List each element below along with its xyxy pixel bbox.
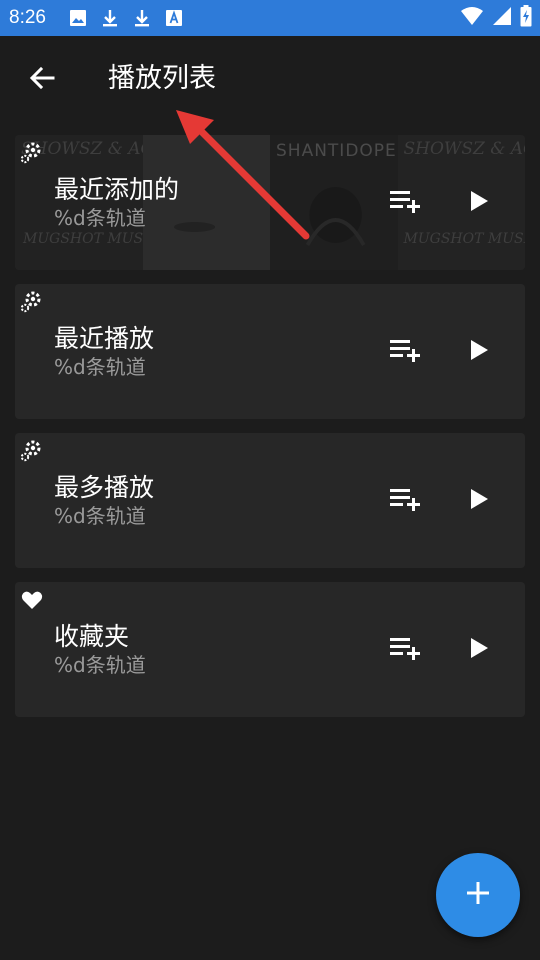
download-icon: [132, 8, 152, 28]
system-icons: [452, 5, 532, 31]
playlist-add-icon: [388, 337, 422, 367]
play-button[interactable]: [461, 632, 497, 668]
playlist-card-favorites[interactable]: 收藏夹 %d条轨道: [15, 582, 525, 717]
status-time: 8:26: [9, 7, 46, 28]
battery-icon: [520, 5, 532, 31]
playlist-add-icon: [388, 486, 422, 516]
playlist-title: 最多播放: [54, 473, 155, 502]
add-to-queue-button[interactable]: [385, 632, 425, 668]
play-icon: [469, 339, 489, 365]
status-bar: 8:26: [0, 0, 540, 36]
gear-icon: [20, 141, 44, 165]
image-icon: [68, 8, 88, 28]
text-icon: [164, 8, 184, 28]
add-playlist-button[interactable]: [436, 853, 520, 937]
gear-icon: [20, 439, 44, 463]
playlist-title: 最近播放: [54, 324, 155, 353]
playlist-card-recently-played[interactable]: 最近播放 %d条轨道: [15, 284, 525, 419]
back-button[interactable]: [22, 60, 62, 100]
playlist-title: 最近添加的: [54, 175, 180, 204]
download-icon: [100, 8, 120, 28]
app-bar: 播放列表: [0, 36, 540, 122]
play-icon: [469, 637, 489, 663]
play-icon: [469, 488, 489, 514]
page-title: 播放列表: [108, 63, 216, 94]
play-button[interactable]: [461, 334, 497, 370]
playlist-title: 收藏夹: [54, 622, 130, 651]
playlist-track-count: %d条轨道: [54, 206, 146, 230]
add-to-queue-button[interactable]: [385, 483, 425, 519]
playlist-add-icon: [388, 635, 422, 665]
plus-icon: [465, 880, 491, 910]
play-button[interactable]: [461, 483, 497, 519]
playlist-track-count: %d条轨道: [54, 355, 146, 379]
playlist-track-count: %d条轨道: [54, 653, 146, 677]
wifi-icon: [460, 6, 484, 30]
playlist-card-most-played[interactable]: 最多播放 %d条轨道: [15, 433, 525, 568]
play-icon: [469, 190, 489, 216]
play-button[interactable]: [461, 185, 497, 221]
add-to-queue-button[interactable]: [385, 334, 425, 370]
add-to-queue-button[interactable]: [385, 185, 425, 221]
notification-icons: [68, 8, 196, 28]
playlist-track-count: %d条轨道: [54, 504, 146, 528]
signal-icon: [492, 6, 512, 30]
arrow-left-icon: [28, 64, 56, 96]
playlist-card-recently-added[interactable]: SHOWSZ & AG MUGSHOT MUSIC SHANTIDOPE SHO…: [15, 135, 525, 270]
heart-icon: [20, 588, 44, 612]
gear-icon: [20, 290, 44, 314]
playlist-add-icon: [388, 188, 422, 218]
